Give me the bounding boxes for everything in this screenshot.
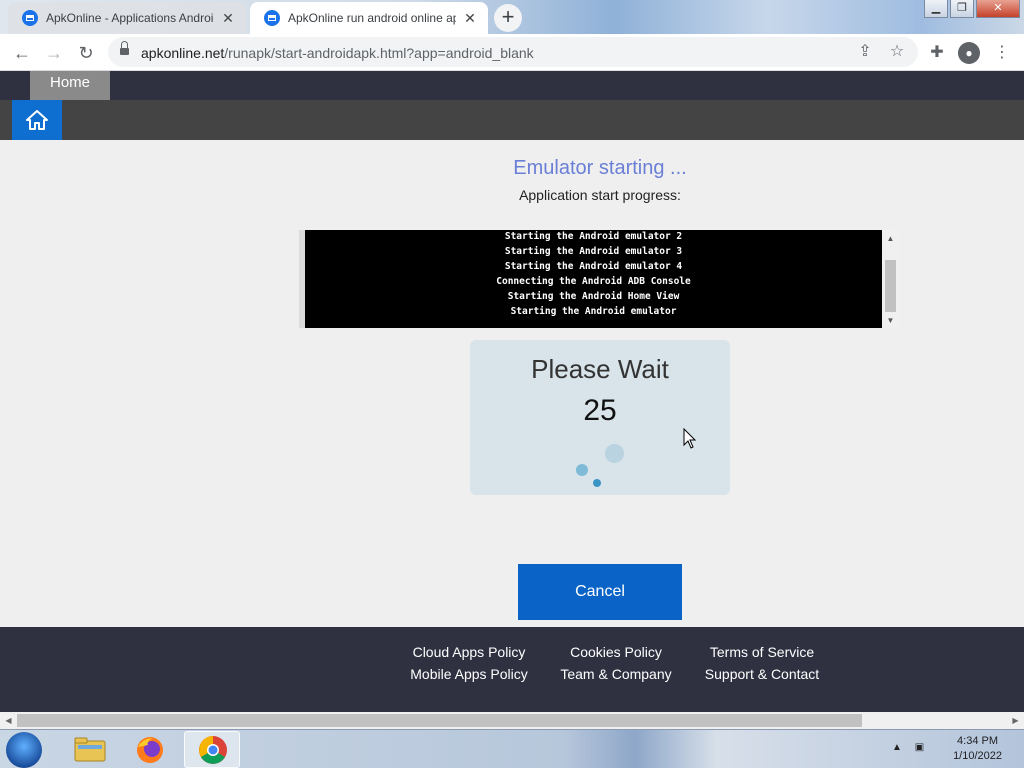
- loading-spinner-dot: [576, 464, 588, 476]
- console-line: Starting the Android emulator 3: [504, 246, 683, 257]
- console-scroll-thumb[interactable]: [885, 260, 896, 312]
- scroll-right-arrow-icon[interactable]: ▶: [1007, 712, 1024, 729]
- console-line: Connecting the Android ADB Console: [496, 276, 691, 287]
- taskbar-file-explorer[interactable]: [62, 731, 118, 768]
- site-top-nav: Home: [0, 71, 1024, 100]
- windows-start-button[interactable]: [6, 732, 42, 768]
- address-bar[interactable]: apkonline.net/runapk/start-androidapk.ht…: [108, 37, 918, 67]
- page-horizontal-scrollbar[interactable]: ◀ ▶: [0, 712, 1024, 729]
- emulator-status-title: Emulator starting ...: [513, 157, 687, 179]
- minimize-window-button[interactable]: ▁: [924, 0, 948, 18]
- lock-icon: [120, 41, 129, 57]
- share-icon[interactable]: ⇪: [854, 41, 876, 63]
- loading-spinner-dot: [593, 479, 601, 487]
- reload-icon[interactable]: ↻: [75, 42, 97, 64]
- back-arrow-icon[interactable]: ←: [11, 42, 33, 64]
- site-favicon-icon: [264, 10, 280, 26]
- scroll-down-arrow-icon[interactable]: ▼: [882, 314, 899, 328]
- forward-arrow-icon[interactable]: →: [43, 42, 65, 64]
- chrome-icon: [199, 736, 227, 764]
- close-tab-icon[interactable]: ✕: [462, 10, 478, 27]
- clock-date: 1/10/2022: [953, 750, 1002, 762]
- windows-taskbar: ▲ ▣ 4:34 PM 1/10/2022: [0, 729, 1024, 768]
- bookmark-star-icon[interactable]: ☆: [886, 41, 908, 63]
- browser-menu-icon[interactable]: ⋮: [991, 42, 1013, 64]
- console-line: Starting the Android emulator 4: [504, 261, 683, 272]
- new-tab-button[interactable]: +: [494, 4, 522, 32]
- window-controls: ▁ ❐ ✕: [922, 0, 1020, 18]
- clock-time: 4:34 PM: [957, 735, 999, 747]
- site-sub-nav: [0, 100, 1024, 140]
- please-wait-panel: Please Wait 25: [470, 340, 730, 495]
- profile-avatar-icon[interactable]: ●: [958, 42, 980, 64]
- console-scrollbar[interactable]: ▲ ▼: [882, 230, 899, 328]
- restore-window-button[interactable]: ❐: [950, 0, 974, 18]
- console-line: Starting the Android emulator: [510, 306, 677, 317]
- tab-title: ApkOnline - Applications Android: [46, 11, 214, 25]
- mouse-pointer-icon: [683, 428, 697, 449]
- loading-spinner-dot: [605, 444, 624, 463]
- tray-icons: ▲ ▣: [892, 742, 924, 753]
- browser-tab-apkonline-run[interactable]: ApkOnline run android online ap ✕: [250, 2, 488, 34]
- scroll-up-arrow-icon[interactable]: ▲: [882, 232, 899, 246]
- site-favicon-icon: [22, 10, 38, 26]
- extensions-puzzle-icon[interactable]: ✚: [926, 42, 948, 64]
- scroll-left-arrow-icon[interactable]: ◀: [0, 712, 17, 729]
- url-text: apkonline.net/runapk/start-androidapk.ht…: [141, 45, 534, 61]
- taskbar-chrome[interactable]: [184, 731, 240, 768]
- nav-home-link[interactable]: Home: [30, 71, 110, 100]
- show-hidden-icons-arrow-icon[interactable]: ▲: [892, 742, 902, 753]
- progress-console: Starting the Android emulator 2 Starting…: [305, 230, 882, 328]
- network-icon[interactable]: ▣: [915, 742, 924, 753]
- countdown-number: 25: [583, 394, 617, 427]
- close-window-button[interactable]: ✕: [976, 0, 1020, 18]
- site-footer: Cloud Apps Policy Cookies Policy Terms o…: [0, 627, 1024, 712]
- footer-link-terms-of-service[interactable]: Terms of Service: [710, 644, 814, 660]
- footer-link-cookies-policy[interactable]: Cookies Policy: [570, 644, 662, 660]
- browser-tab-strip: ApkOnline - Applications Android ✕ ApkOn…: [0, 0, 1024, 34]
- home-icon[interactable]: [12, 100, 62, 140]
- console-line: Starting the Android Home View: [507, 291, 680, 302]
- please-wait-title: Please Wait: [531, 354, 669, 384]
- browser-toolbar: ← → ↻ apkonline.net/runapk/start-android…: [0, 34, 1024, 71]
- horizontal-scroll-thumb[interactable]: [17, 714, 862, 727]
- close-tab-icon[interactable]: ✕: [220, 10, 236, 27]
- footer-link-cloud-apps-policy[interactable]: Cloud Apps Policy: [413, 644, 526, 660]
- browser-tab-apkonline-apps[interactable]: ApkOnline - Applications Android ✕: [8, 2, 246, 34]
- progress-label: Application start progress:: [519, 187, 681, 203]
- tab-title: ApkOnline run android online ap: [288, 11, 456, 25]
- footer-link-team-company[interactable]: Team & Company: [560, 666, 671, 682]
- cancel-button[interactable]: Cancel: [518, 564, 682, 620]
- system-clock[interactable]: 4:34 PM 1/10/2022: [953, 734, 1002, 764]
- footer-link-support-contact[interactable]: Support & Contact: [705, 666, 819, 682]
- taskbar-firefox[interactable]: [122, 731, 178, 768]
- firefox-icon: [137, 737, 163, 763]
- folder-icon: [74, 737, 106, 762]
- footer-link-mobile-apps-policy[interactable]: Mobile Apps Policy: [410, 666, 528, 682]
- console-line: Starting the Android emulator 2: [504, 231, 683, 242]
